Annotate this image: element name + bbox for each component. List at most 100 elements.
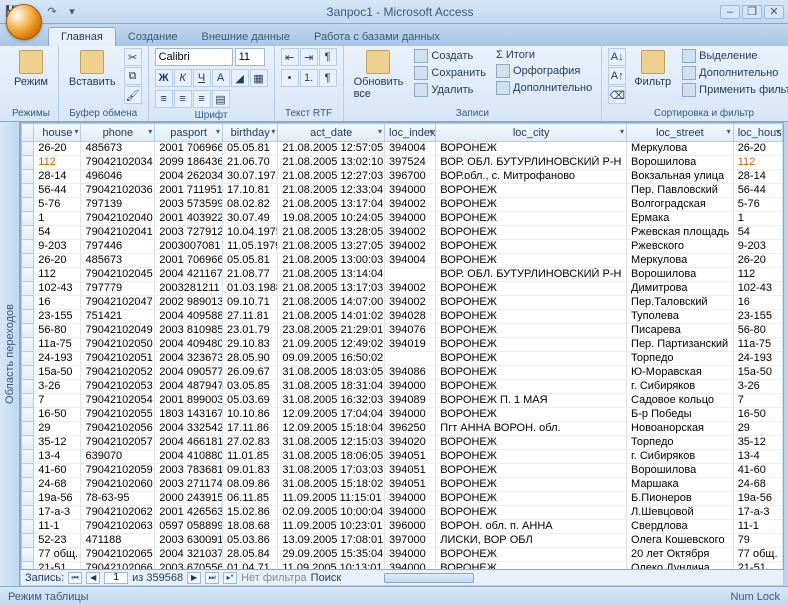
cell[interactable]: Ворошилова <box>627 464 734 478</box>
cell[interactable]: 06.11.85 <box>222 492 277 506</box>
cell[interactable]: Ржевская площадь <box>627 226 734 240</box>
row-selector[interactable] <box>22 282 34 296</box>
cell[interactable]: 394000 <box>385 492 436 506</box>
nav-new-button[interactable]: ▸* <box>223 572 237 584</box>
cell[interactable]: Ворошилова <box>627 156 734 170</box>
cell[interactable]: ВОР. ОБЛ. БУТУРЛИНОВСКИЙ Р-Н <box>436 156 627 170</box>
cell[interactable]: 394002 <box>385 282 436 296</box>
cell[interactable]: 26-20 <box>34 254 81 268</box>
cell[interactable]: 21.08.2005 13:14:04 <box>278 268 385 282</box>
cell[interactable]: 394028 <box>385 310 436 324</box>
bullets-icon[interactable]: • <box>281 69 299 87</box>
copy-icon[interactable]: ⧉ <box>124 67 142 85</box>
cell[interactable]: ВОРОНЕЖ <box>436 366 627 380</box>
table-row[interactable]: 26-204856732001 70696605.05.8121.08.2005… <box>22 254 783 268</box>
row-selector[interactable] <box>22 366 34 380</box>
cell[interactable]: Новоанорская <box>627 422 734 436</box>
new-record-button[interactable]: Создать <box>411 48 489 64</box>
cell[interactable]: 112 <box>733 268 782 282</box>
cell[interactable]: 05.03.86 <box>222 534 277 548</box>
cell[interactable]: 27.11.81 <box>222 310 277 324</box>
cell[interactable]: 2001 403922 <box>155 212 223 226</box>
cell[interactable]: 2001 706966 <box>155 142 223 156</box>
cell[interactable]: 394000 <box>385 562 436 571</box>
cell[interactable]: 7 <box>34 394 81 408</box>
cell[interactable]: 79042102041 <box>81 226 155 240</box>
cell[interactable]: 394002 <box>385 226 436 240</box>
cell[interactable]: 79042102040 <box>81 212 155 226</box>
cell[interactable]: 2003 783681 <box>155 464 223 478</box>
cell[interactable]: 394089 <box>385 394 436 408</box>
cell[interactable]: Пер.Таловский <box>627 296 734 310</box>
cell[interactable]: Меркулова <box>627 254 734 268</box>
cell[interactable]: 2001 711951 <box>155 184 223 198</box>
cell[interactable]: 2002 989013 <box>155 296 223 310</box>
cell[interactable]: 21-51 <box>34 562 81 571</box>
cell[interactable]: 20 лет Октября <box>627 548 734 562</box>
cell[interactable]: 12.09.2005 17:04:04 <box>278 408 385 422</box>
row-selector[interactable] <box>22 422 34 436</box>
cell[interactable]: 26.09.67 <box>222 366 277 380</box>
cell[interactable]: 17.11.86 <box>222 422 277 436</box>
cell[interactable]: 79 <box>733 534 782 548</box>
cell[interactable]: 797139 <box>81 198 155 212</box>
cell[interactable]: 2004 409588 <box>155 310 223 324</box>
cell[interactable]: 15а-50 <box>34 366 81 380</box>
cell[interactable]: 79042102066 <box>81 562 155 571</box>
cell[interactable]: Димитрова <box>627 282 734 296</box>
cell[interactable]: 2000 243915 <box>155 492 223 506</box>
row-selector[interactable] <box>22 548 34 562</box>
cell[interactable]: 102-43 <box>34 282 81 296</box>
column-header-house[interactable]: house▾ <box>34 124 81 142</box>
cell[interactable]: 13-4 <box>733 450 782 464</box>
qat-dropdown-icon[interactable]: ▾ <box>64 4 80 20</box>
cell[interactable]: 394002 <box>385 198 436 212</box>
cell[interactable]: 1803 143167 <box>155 408 223 422</box>
row-selector[interactable] <box>22 464 34 478</box>
rtl-icon[interactable]: ¶ <box>319 69 337 87</box>
cell[interactable]: 15а-50 <box>733 366 782 380</box>
row-selector[interactable] <box>22 240 34 254</box>
table-row[interactable]: 17-а-3790421020622001 42656315.02.8602.0… <box>22 506 783 520</box>
table-row[interactable]: 5-767971392003 57359908.02.8221.08.2005 … <box>22 198 783 212</box>
row-selector[interactable] <box>22 212 34 226</box>
cell[interactable]: 79042102036 <box>81 184 155 198</box>
cell[interactable]: 24-68 <box>34 478 81 492</box>
cell[interactable]: 56-80 <box>733 324 782 338</box>
cell[interactable]: 41-60 <box>733 464 782 478</box>
cell[interactable]: ВОРОНЕЖ <box>436 296 627 310</box>
cell[interactable]: 56-44 <box>733 184 782 198</box>
cell[interactable]: 11.05.1979 <box>222 240 277 254</box>
row-selector[interactable] <box>22 268 34 282</box>
save-record-button[interactable]: Сохранить <box>411 65 489 81</box>
cell[interactable] <box>385 352 436 366</box>
table-row[interactable]: 21-51790421020662003 67055601.04.7111.09… <box>22 562 783 571</box>
cell[interactable]: 112 <box>34 156 81 170</box>
table-row[interactable]: 7790421020542001 89900305.03.6931.08.200… <box>22 394 783 408</box>
font-name-input[interactable] <box>155 48 233 66</box>
redo-icon[interactable]: ↷ <box>44 4 60 20</box>
cell[interactable]: 02.09.2005 10:00:04 <box>278 506 385 520</box>
align-left-icon[interactable]: ≡ <box>155 90 173 108</box>
cell[interactable]: 397000 <box>385 534 436 548</box>
cell[interactable]: ВОРОНЕЖ <box>436 282 627 296</box>
format-painter-icon[interactable]: 🖌 <box>124 86 142 104</box>
column-header-pasport[interactable]: pasport▾ <box>155 124 223 142</box>
cell[interactable]: Ермака <box>627 212 734 226</box>
cell[interactable]: 21.08.2005 13:17:04 <box>278 198 385 212</box>
cell[interactable]: 09.10.71 <box>222 296 277 310</box>
row-selector[interactable] <box>22 338 34 352</box>
advanced-filter-button[interactable]: Дополнительно <box>679 65 788 81</box>
cell[interactable]: 15.02.86 <box>222 506 277 520</box>
cell[interactable]: 26-20 <box>733 142 782 156</box>
row-selector[interactable] <box>22 436 34 450</box>
cell[interactable]: 12.09.2005 15:18:04 <box>278 422 385 436</box>
cell[interactable]: 05.05.81 <box>222 142 277 156</box>
row-selector[interactable] <box>22 506 34 520</box>
cell[interactable]: 394004 <box>385 254 436 268</box>
table-row[interactable]: 1790421020402001 40392230.07.4919.08.200… <box>22 212 783 226</box>
cell[interactable]: 21.08.2005 13:00:03 <box>278 254 385 268</box>
totals-button[interactable]: Σ Итоги <box>493 48 595 62</box>
refresh-button[interactable]: Обновить все <box>350 48 408 102</box>
cell[interactable]: 21-51 <box>733 562 782 571</box>
